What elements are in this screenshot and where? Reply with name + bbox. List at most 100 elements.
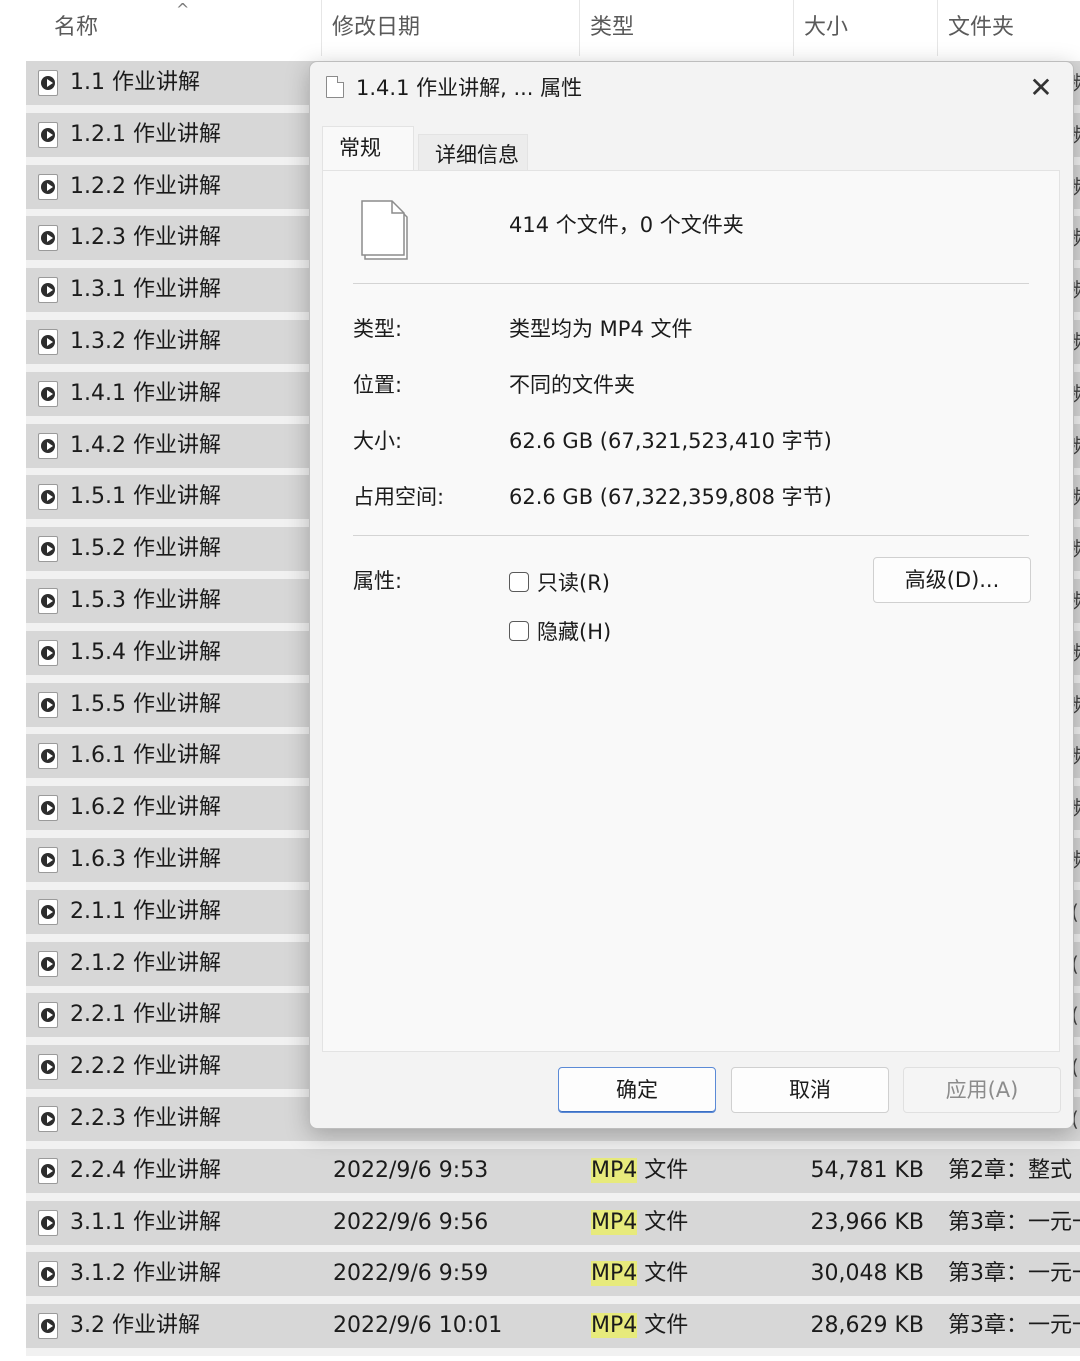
video-file-icon [38, 484, 58, 511]
file-name: 1.6.3 作业讲解 [70, 847, 221, 872]
video-file-icon [38, 795, 58, 822]
file-date: 2022/9/6 9:59 [333, 1261, 489, 1287]
file-size: 54,781 KB [810, 1157, 925, 1183]
dialog-titlebar[interactable]: 1.4.1 作业讲解, ... 属性 ✕ [310, 62, 1073, 114]
video-file-icon [38, 1002, 58, 1029]
file-name: 1.3.1 作业讲解 [70, 277, 221, 303]
apply-button[interactable]: 应用(A) [903, 1067, 1061, 1113]
file-size: 28,629 KB [810, 1313, 925, 1339]
hidden-checkbox-row[interactable]: 隐藏(H) [509, 616, 611, 646]
advanced-button[interactable]: 高级(D)... [873, 557, 1031, 603]
file-name: 1.2.3 作业讲解 [70, 225, 221, 251]
location-label: 位置: [353, 373, 403, 397]
location-value: 不同的文件夹 [509, 373, 635, 397]
divider [353, 535, 1029, 536]
video-file-icon [38, 1106, 58, 1132]
file-type-highlight: MP4 [591, 1157, 638, 1183]
divider [353, 283, 1029, 284]
file-name: 1.5.2 作业讲解 [70, 536, 221, 562]
file-name: 3.1.1 作业讲解 [70, 1209, 221, 1235]
video-file-icon [38, 380, 58, 407]
file-type-rest: 文件 [637, 1157, 689, 1183]
readonly-checkbox-row[interactable]: 只读(R) [509, 567, 610, 597]
general-panel: 414 个文件，0 个文件夹 类型: 类型均为 MP4 文件 位置: 不同的文件… [322, 170, 1060, 1052]
file-date: 2022/9/6 9:53 [333, 1157, 489, 1183]
video-file-icon [38, 1209, 58, 1236]
video-file-icon [38, 950, 58, 977]
properties-dialog: 1.4.1 作业讲解, ... 属性 ✕ 常规 详细信息 414 个文件，0 个… [309, 61, 1074, 1129]
file-row[interactable]: 3.1.2 作业讲解 2022/9/6 9:59 MP4 文件 30,048 KB 第3… [26, 1252, 1080, 1305]
video-file-icon [38, 898, 58, 925]
file-type-rest: 文件 [637, 1261, 689, 1287]
close-button[interactable]: ✕ [1019, 68, 1063, 108]
file-row[interactable]: 2.2.4 作业讲解 2022/9/6 9:53 MP4 文件 54,781 KB 第2… [26, 1148, 1080, 1201]
video-file-icon [38, 173, 58, 200]
size-value: 62.6 GB (67,321,523,410 字节) [509, 429, 832, 453]
column-type-header[interactable]: 类型 [580, 0, 794, 56]
multiple-files-icon [361, 200, 408, 260]
file-name: 2.2.1 作业讲解 [70, 1002, 221, 1028]
file-type: MP4 文件 [591, 1304, 688, 1348]
video-file-icon [38, 121, 58, 148]
file-name: 1.5.4 作业讲解 [70, 639, 221, 665]
file-name: 1.6.1 作业讲解 [70, 743, 221, 769]
file-name: 2.1.2 作业讲解 [70, 950, 221, 976]
video-file-icon [38, 70, 58, 96]
column-date-header[interactable]: 修改日期 [322, 0, 580, 56]
file-folder: 第3章：一元一 [948, 1313, 1080, 1339]
file-type-rest: 文件 [637, 1209, 689, 1235]
close-icon: ✕ [1029, 71, 1053, 104]
video-file-icon [38, 432, 58, 459]
tab-general[interactable]: 常规 [322, 126, 414, 172]
hidden-checkbox[interactable] [509, 621, 529, 641]
hidden-label: 隐藏(H) [537, 620, 612, 644]
video-file-icon [38, 277, 58, 304]
size-on-disk-label: 占用空间: [353, 485, 445, 509]
video-file-icon [38, 639, 58, 666]
column-header-bar: 名称 ^ 修改日期 类型 大小 文件夹 [0, 0, 1080, 56]
video-file-icon [38, 1054, 58, 1081]
file-name: 1.1 作业讲解 [70, 70, 200, 95]
column-size-header[interactable]: 大小 [794, 0, 938, 56]
file-name: 1.3.2 作业讲解 [70, 329, 221, 354]
file-name: 1.6.2 作业讲解 [70, 795, 221, 821]
file-name: 3.2 作业讲解 [70, 1313, 200, 1339]
type-value: 类型均为 MP4 文件 [509, 317, 693, 341]
file-count-summary: 414 个文件，0 个文件夹 [509, 213, 744, 237]
video-file-icon [38, 329, 58, 355]
video-file-icon [38, 225, 58, 252]
video-file-icon [38, 1313, 58, 1340]
file-type: MP4 文件 [591, 1201, 688, 1245]
sort-ascending-icon: ^ [176, 0, 190, 19]
file-name: 1.5.5 作业讲解 [70, 691, 221, 717]
ok-button[interactable]: 确定 [558, 1067, 716, 1113]
type-label: 类型: [353, 317, 403, 341]
file-type-highlight: MP4 [591, 1209, 638, 1235]
video-file-icon [38, 1261, 58, 1288]
cancel-button[interactable]: 取消 [731, 1067, 889, 1113]
file-type: MP4 文件 [591, 1149, 688, 1193]
column-folder-header[interactable]: 文件夹 [938, 0, 1080, 56]
file-name: 1.2.2 作业讲解 [70, 173, 221, 199]
attributes-label: 属性: [353, 569, 403, 593]
file-folder: 第2章：整式 ( [948, 1157, 1080, 1183]
size-on-disk-value: 62.6 GB (67,322,359,808 字节) [509, 485, 832, 509]
file-name: 1.2.1 作业讲解 [70, 121, 221, 147]
file-row[interactable]: 3.1.1 作业讲解 2022/9/6 9:56 MP4 文件 23,966 KB 第3… [26, 1200, 1080, 1253]
file-type-highlight: MP4 [591, 1261, 638, 1287]
file-name: 3.1.2 作业讲解 [70, 1261, 221, 1287]
file-name: 1.5.3 作业讲解 [70, 588, 221, 613]
size-label: 大小: [353, 429, 403, 453]
video-file-icon [38, 743, 58, 770]
file-folder: 第3章：一元一 [948, 1209, 1080, 1235]
file-name: 1.4.2 作业讲解 [70, 432, 221, 458]
file-row[interactable]: 3.2 作业讲解 2022/9/6 10:01 MP4 文件 28,629 KB 第3章… [26, 1304, 1080, 1357]
file-type-rest: 文件 [637, 1313, 689, 1339]
file-size: 23,966 KB [810, 1209, 925, 1235]
file-name: 1.5.1 作业讲解 [70, 484, 221, 510]
file-date: 2022/9/6 10:01 [333, 1313, 503, 1339]
file-name: 1.4.1 作业讲解 [70, 380, 221, 406]
file-folder: 第3章：一元一 [948, 1261, 1080, 1287]
readonly-checkbox[interactable] [509, 572, 529, 592]
tab-details[interactable]: 详细信息 [418, 134, 528, 172]
